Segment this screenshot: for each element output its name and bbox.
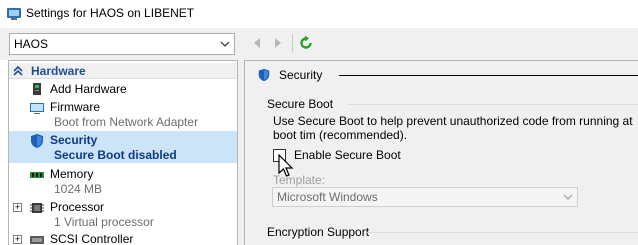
sidebar-item-security[interactable]: Security Secure Boot disabled bbox=[9, 131, 237, 163]
secure-boot-group-title: Secure Boot bbox=[267, 97, 334, 111]
sidebar-item-label: Memory bbox=[50, 167, 94, 181]
sidebar-item-memory[interactable]: Memory 1024 MB bbox=[9, 166, 237, 196]
group-divider bbox=[367, 232, 638, 233]
encryption-group-title: Encryption Support bbox=[267, 225, 370, 239]
sidebar-item-label: Security bbox=[50, 133, 98, 147]
expand-icon[interactable]: + bbox=[13, 203, 22, 212]
hardware-tree: Hardware Add Hardware Firmware Boot from… bbox=[8, 60, 238, 245]
section-title: Security bbox=[279, 68, 323, 82]
chevron-down-icon bbox=[220, 41, 230, 47]
section-header: Security bbox=[255, 67, 638, 83]
section-divider bbox=[339, 75, 638, 76]
scsi-controller-icon bbox=[30, 236, 44, 244]
secure-boot-description: Use Secure Boot to help prevent unauthor… bbox=[273, 114, 633, 142]
chevron-down-icon bbox=[563, 194, 573, 200]
sidebar-item-label: SCSI Controller bbox=[50, 232, 134, 245]
forward-arrow-icon[interactable] bbox=[270, 35, 286, 51]
collapse-icon[interactable] bbox=[12, 65, 24, 77]
processor-icon bbox=[30, 203, 44, 213]
back-arrow-icon[interactable] bbox=[249, 35, 265, 51]
sidebar-item-label: Add Hardware bbox=[50, 82, 127, 96]
window-title: Settings for HAOS on LIBENET bbox=[26, 6, 195, 20]
sidebar-item-sub: Secure Boot disabled bbox=[54, 148, 177, 162]
shield-icon bbox=[31, 134, 43, 148]
vm-select[interactable]: HAOS bbox=[9, 33, 235, 55]
sidebar-item-label: Firmware bbox=[50, 100, 100, 114]
sidebar-item-sub: 1024 MB bbox=[54, 182, 103, 196]
toolbar-separator bbox=[292, 34, 293, 52]
settings-window-icon bbox=[7, 8, 21, 20]
settings-details: Security Secure Boot Use Secure Boot to … bbox=[244, 60, 638, 245]
sidebar-item-sub: Boot from Network Adapter bbox=[54, 115, 199, 129]
template-select[interactable]: Microsoft Windows bbox=[272, 187, 578, 207]
sidebar-item-label: Processor bbox=[50, 200, 105, 214]
toolbar: HAOS bbox=[0, 28, 638, 60]
firmware-icon bbox=[30, 103, 44, 114]
template-label: Template: bbox=[273, 173, 326, 187]
sidebar-item-firmware[interactable]: Firmware Boot from Network Adapter bbox=[9, 99, 237, 129]
add-hardware-icon bbox=[33, 83, 41, 95]
expand-icon[interactable]: + bbox=[13, 235, 22, 244]
sidebar-item-processor[interactable]: + Processor 1 Virtual processor bbox=[9, 199, 237, 229]
hardware-header[interactable]: Hardware bbox=[9, 63, 237, 79]
sidebar-item-sub: 1 Virtual processor bbox=[54, 215, 154, 229]
shield-icon bbox=[258, 68, 270, 82]
enable-secure-boot-label[interactable]: Enable Secure Boot bbox=[294, 148, 401, 162]
memory-icon bbox=[30, 172, 44, 178]
group-divider bbox=[347, 104, 638, 105]
sidebar-item-add-hardware[interactable]: Add Hardware bbox=[9, 81, 237, 97]
hardware-header-label: Hardware bbox=[31, 64, 86, 78]
refresh-icon[interactable] bbox=[298, 35, 314, 51]
vm-select-value: HAOS bbox=[14, 37, 49, 51]
sidebar-item-scsi-controller[interactable]: + SCSI Controller bbox=[9, 231, 237, 245]
template-select-value: Microsoft Windows bbox=[277, 190, 378, 204]
title-bar: Settings for HAOS on LIBENET bbox=[0, 0, 638, 28]
